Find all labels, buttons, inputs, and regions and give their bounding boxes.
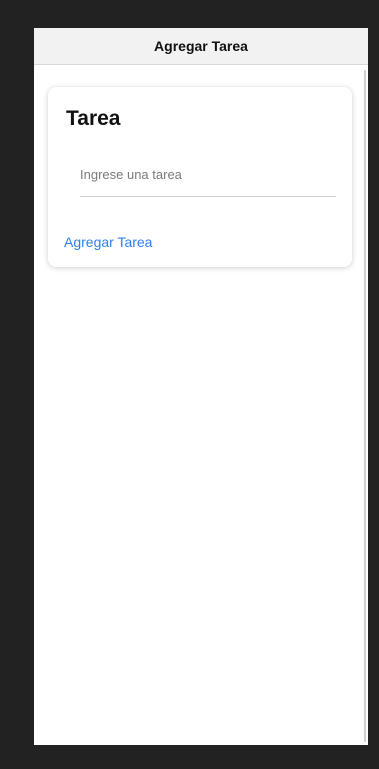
page-title: Agregar Tarea bbox=[154, 38, 248, 54]
card-title: Tarea bbox=[66, 107, 121, 130]
task-input[interactable] bbox=[80, 153, 336, 197]
app-screen: Agregar Tarea Tarea Agregar Tarea bbox=[34, 28, 368, 745]
scrollbar[interactable] bbox=[364, 70, 366, 742]
nav-header: Agregar Tarea bbox=[34, 28, 368, 65]
task-card: Tarea Agregar Tarea bbox=[48, 87, 352, 267]
add-task-button[interactable]: Agregar Tarea bbox=[64, 234, 152, 250]
content-area[interactable]: Tarea Agregar Tarea bbox=[34, 65, 368, 745]
device-frame: Agregar Tarea Tarea Agregar Tarea bbox=[0, 0, 379, 769]
